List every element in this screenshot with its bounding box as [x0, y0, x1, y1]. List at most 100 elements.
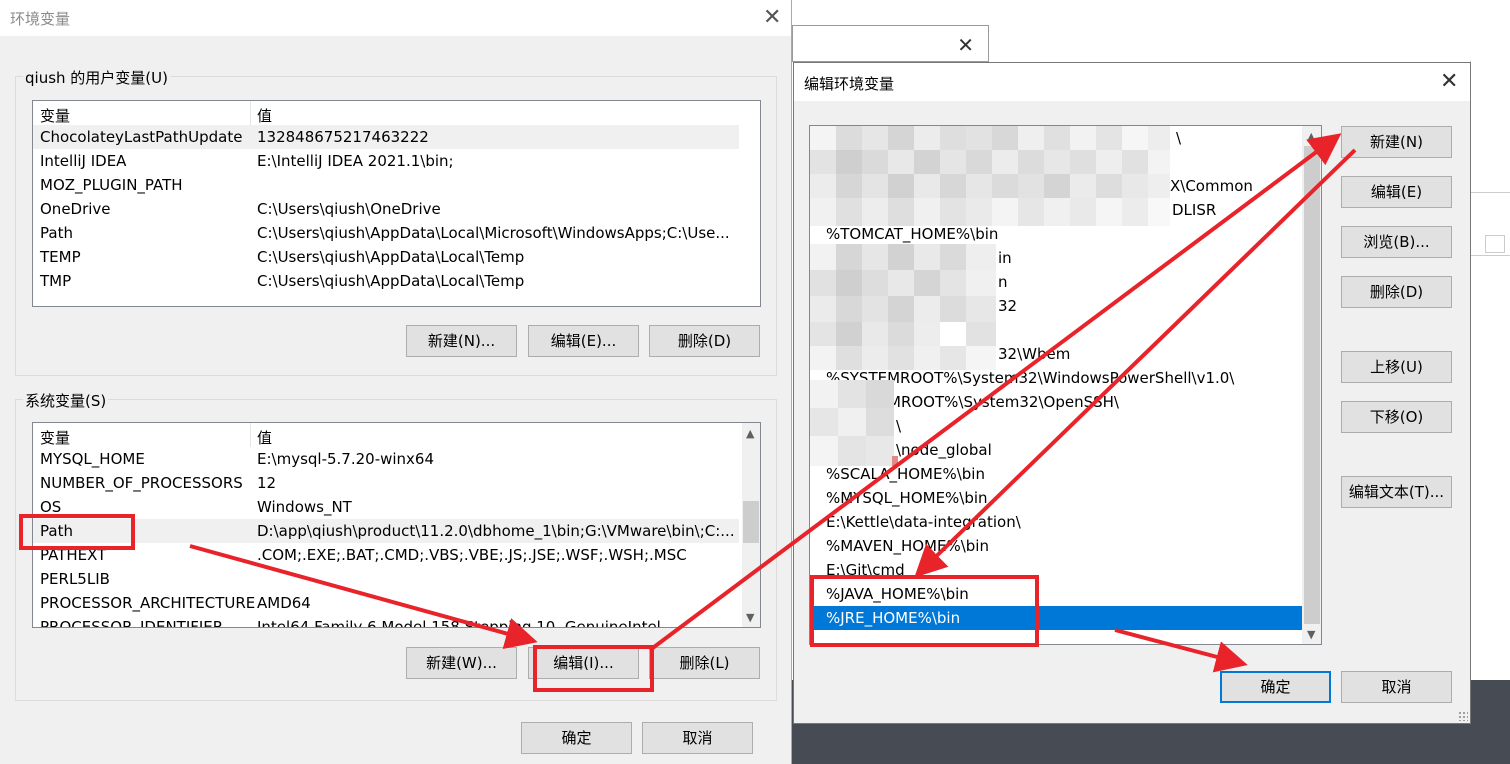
table-row[interactable]: IntelliJ IDEA E:\IntelliJ IDEA 2021.1\bi…	[33, 149, 760, 173]
list-item[interactable]: E:\Git\cmd	[810, 558, 1304, 582]
delete-entry-button[interactable]: 删除(D)	[1341, 276, 1452, 308]
path-entry-text: \node_global	[896, 441, 992, 459]
table-row[interactable]: ChocolateyLastPathUpdate 132848675217463…	[33, 125, 739, 149]
var-name: ChocolateyLastPathUpdate	[40, 128, 243, 146]
path-entry-text: \	[896, 417, 902, 435]
table-row[interactable]: MOZ_PLUGIN_PATH	[33, 173, 760, 197]
list-item[interactable]: %JAVA_HOME%\bin	[810, 582, 1304, 606]
var-name: PERL5LIB	[40, 570, 110, 588]
var-value: .COM;.EXE;.BAT;.CMD;.VBS;.VBE;.JS;.JSE;.…	[257, 546, 687, 564]
table-row[interactable]: PERL5LIB	[33, 567, 760, 591]
resize-grip-icon[interactable]	[1458, 711, 1468, 721]
new-entry-button[interactable]: 新建(N)	[1341, 126, 1452, 158]
system-delete-button[interactable]: 删除(L)	[649, 647, 760, 679]
path-entry-text: 32\Wbem	[998, 345, 1071, 363]
var-name: Path	[40, 522, 73, 540]
list-item-selected[interactable]: %JRE_HOME%\bin	[810, 606, 1304, 630]
column-divider[interactable]	[250, 423, 251, 447]
table-row[interactable]: NUMBER_OF_PROCESSORS 12	[33, 471, 760, 495]
scroll-thumb[interactable]	[1304, 146, 1320, 624]
var-name: Path	[40, 224, 73, 242]
table-row-selected[interactable]: Path D:\app\qiush\product\11.2.0\dbhome_…	[33, 519, 739, 543]
var-value: E:\mysql-5.7.20-winx64	[257, 450, 435, 468]
redaction-mosaic	[810, 126, 1170, 226]
table-row[interactable]: Path C:\Users\qiush\AppData\Local\Micros…	[33, 221, 760, 245]
var-value: C:\Users\qiush\AppData\Local\Microsoft\W…	[257, 224, 730, 242]
path-entry-text: 32	[998, 297, 1018, 315]
table-row[interactable]: PATHEXT .COM;.EXE;.BAT;.CMD;.VBS;.VBE;.J…	[33, 543, 760, 567]
redacted-area	[810, 126, 1170, 226]
background-close-icon[interactable]: ✕	[957, 33, 974, 57]
table-row[interactable]: PROCESSOR_ARCHITECTURE AMD64	[33, 591, 760, 615]
var-value: E:\IntelliJ IDEA 2021.1\bin;	[257, 152, 454, 170]
user-variables-list[interactable]: 变量 值 ChocolateyLastPathUpdate 1328486752…	[32, 100, 761, 307]
path-entry-text: n	[998, 273, 1008, 291]
background-divider	[1471, 192, 1510, 193]
ok-button[interactable]: 确定	[521, 722, 632, 754]
table-row[interactable]: PROCESSOR_IDENTIFIER Intel64 Family 6 Mo…	[33, 615, 760, 627]
redaction-artifact	[892, 456, 898, 466]
browse-button[interactable]: 浏览(B)...	[1341, 226, 1452, 258]
user-new-button[interactable]: 新建(N)...	[406, 325, 517, 357]
var-value: C:\Users\qiush\AppData\Local\Temp	[257, 272, 525, 290]
column-header-value[interactable]: 值	[257, 427, 272, 448]
var-name: IntelliJ IDEA	[40, 152, 127, 170]
path-entry-text: E:\Kettle\data-integration\	[826, 513, 1021, 531]
column-header-value[interactable]: 值	[257, 105, 272, 126]
edit-entry-button[interactable]: 编辑(E)	[1341, 176, 1452, 208]
scroll-down-arrow-icon[interactable]: ▼	[746, 611, 754, 624]
table-row[interactable]: OS Windows_NT	[33, 495, 760, 519]
scroll-up-arrow-icon[interactable]: ▲	[1307, 130, 1315, 143]
background-dialog-titlebar: ✕	[792, 25, 989, 62]
column-header-name[interactable]: 变量	[40, 105, 70, 126]
ok-button[interactable]: 确定	[1220, 671, 1331, 703]
list-item[interactable]: E:\Kettle\data-integration\	[810, 510, 1304, 534]
environment-variables-dialog: 环境变量 ✕ qiush 的用户变量(U) 变量 值 ChocolateyLas…	[0, 0, 792, 764]
path-entries-list[interactable]: \ X\Common DLISR %TOMCAT_HOME%\bin in n …	[809, 125, 1322, 645]
table-row[interactable]: TEMP C:\Users\qiush\AppData\Local\Temp	[33, 245, 760, 269]
dialog-title: 编辑环境变量	[804, 75, 895, 93]
scroll-up-arrow-icon[interactable]: ▲	[746, 427, 754, 440]
list-header: 变量 值	[33, 423, 760, 447]
user-edit-button[interactable]: 编辑(E)...	[528, 325, 639, 357]
move-down-button[interactable]: 下移(O)	[1341, 401, 1452, 433]
column-header-name[interactable]: 变量	[40, 427, 70, 448]
close-icon[interactable]: ✕	[1440, 71, 1458, 93]
system-edit-button[interactable]: 编辑(I)...	[528, 647, 639, 679]
table-row[interactable]: MYSQL_HOME E:\mysql-5.7.20-winx64	[33, 447, 760, 471]
system-variables-list[interactable]: 变量 值 MYSQL_HOME E:\mysql-5.7.20-winx64 N…	[32, 422, 761, 628]
table-row[interactable]: OneDrive C:\Users\qiush\OneDrive	[33, 197, 760, 221]
background-window-fragment	[1470, 60, 1510, 680]
background-divider	[1471, 255, 1510, 256]
vertical-scrollbar[interactable]: ▲ ▼	[742, 423, 760, 627]
scroll-down-arrow-icon[interactable]: ▼	[1307, 628, 1315, 641]
edit-text-button[interactable]: 编辑文本(T)...	[1341, 476, 1452, 508]
var-name: PATHEXT	[40, 546, 107, 564]
scroll-thumb[interactable]	[743, 501, 759, 543]
redaction-mosaic	[810, 380, 894, 466]
system-new-button[interactable]: 新建(W)...	[406, 647, 517, 679]
var-value: C:\Users\qiush\AppData\Local\Temp	[257, 248, 525, 266]
var-value: D:\app\qiush\product\11.2.0\dbhome_1\bin…	[257, 522, 735, 540]
cancel-button[interactable]: 取消	[1341, 671, 1452, 703]
edit-environment-variable-dialog: 编辑环境变量 ✕ \ X\Common DLISR %TOMCAT_HOME%\…	[793, 62, 1471, 724]
var-name: MOZ_PLUGIN_PATH	[40, 176, 183, 194]
list-item[interactable]: %MYSQL_HOME%\bin	[810, 486, 1304, 510]
close-icon[interactable]: ✕	[763, 7, 781, 29]
path-entry-text: DLISR	[1172, 201, 1217, 219]
move-up-button[interactable]: 上移(U)	[1341, 351, 1452, 383]
var-value: 132848675217463222	[257, 128, 429, 146]
vertical-scrollbar[interactable]: ▲ ▼	[1302, 126, 1321, 644]
cancel-button[interactable]: 取消	[642, 722, 753, 754]
column-divider[interactable]	[250, 101, 251, 125]
user-delete-button[interactable]: 删除(D)	[649, 325, 760, 357]
var-name: TEMP	[40, 248, 81, 266]
path-entry-text: %JRE_HOME%\bin	[826, 609, 961, 627]
var-value: Windows_NT	[257, 498, 352, 516]
path-entry-text: %MYSQL_HOME%\bin	[826, 489, 988, 507]
var-value: AMD64	[257, 594, 311, 612]
redacted-area	[810, 380, 894, 466]
list-item[interactable]: %MAVEN_HOME%\bin	[810, 534, 1304, 558]
table-row[interactable]: TMP C:\Users\qiush\AppData\Local\Temp	[33, 269, 760, 293]
path-entry-text: %MAVEN_HOME%\bin	[826, 537, 989, 555]
